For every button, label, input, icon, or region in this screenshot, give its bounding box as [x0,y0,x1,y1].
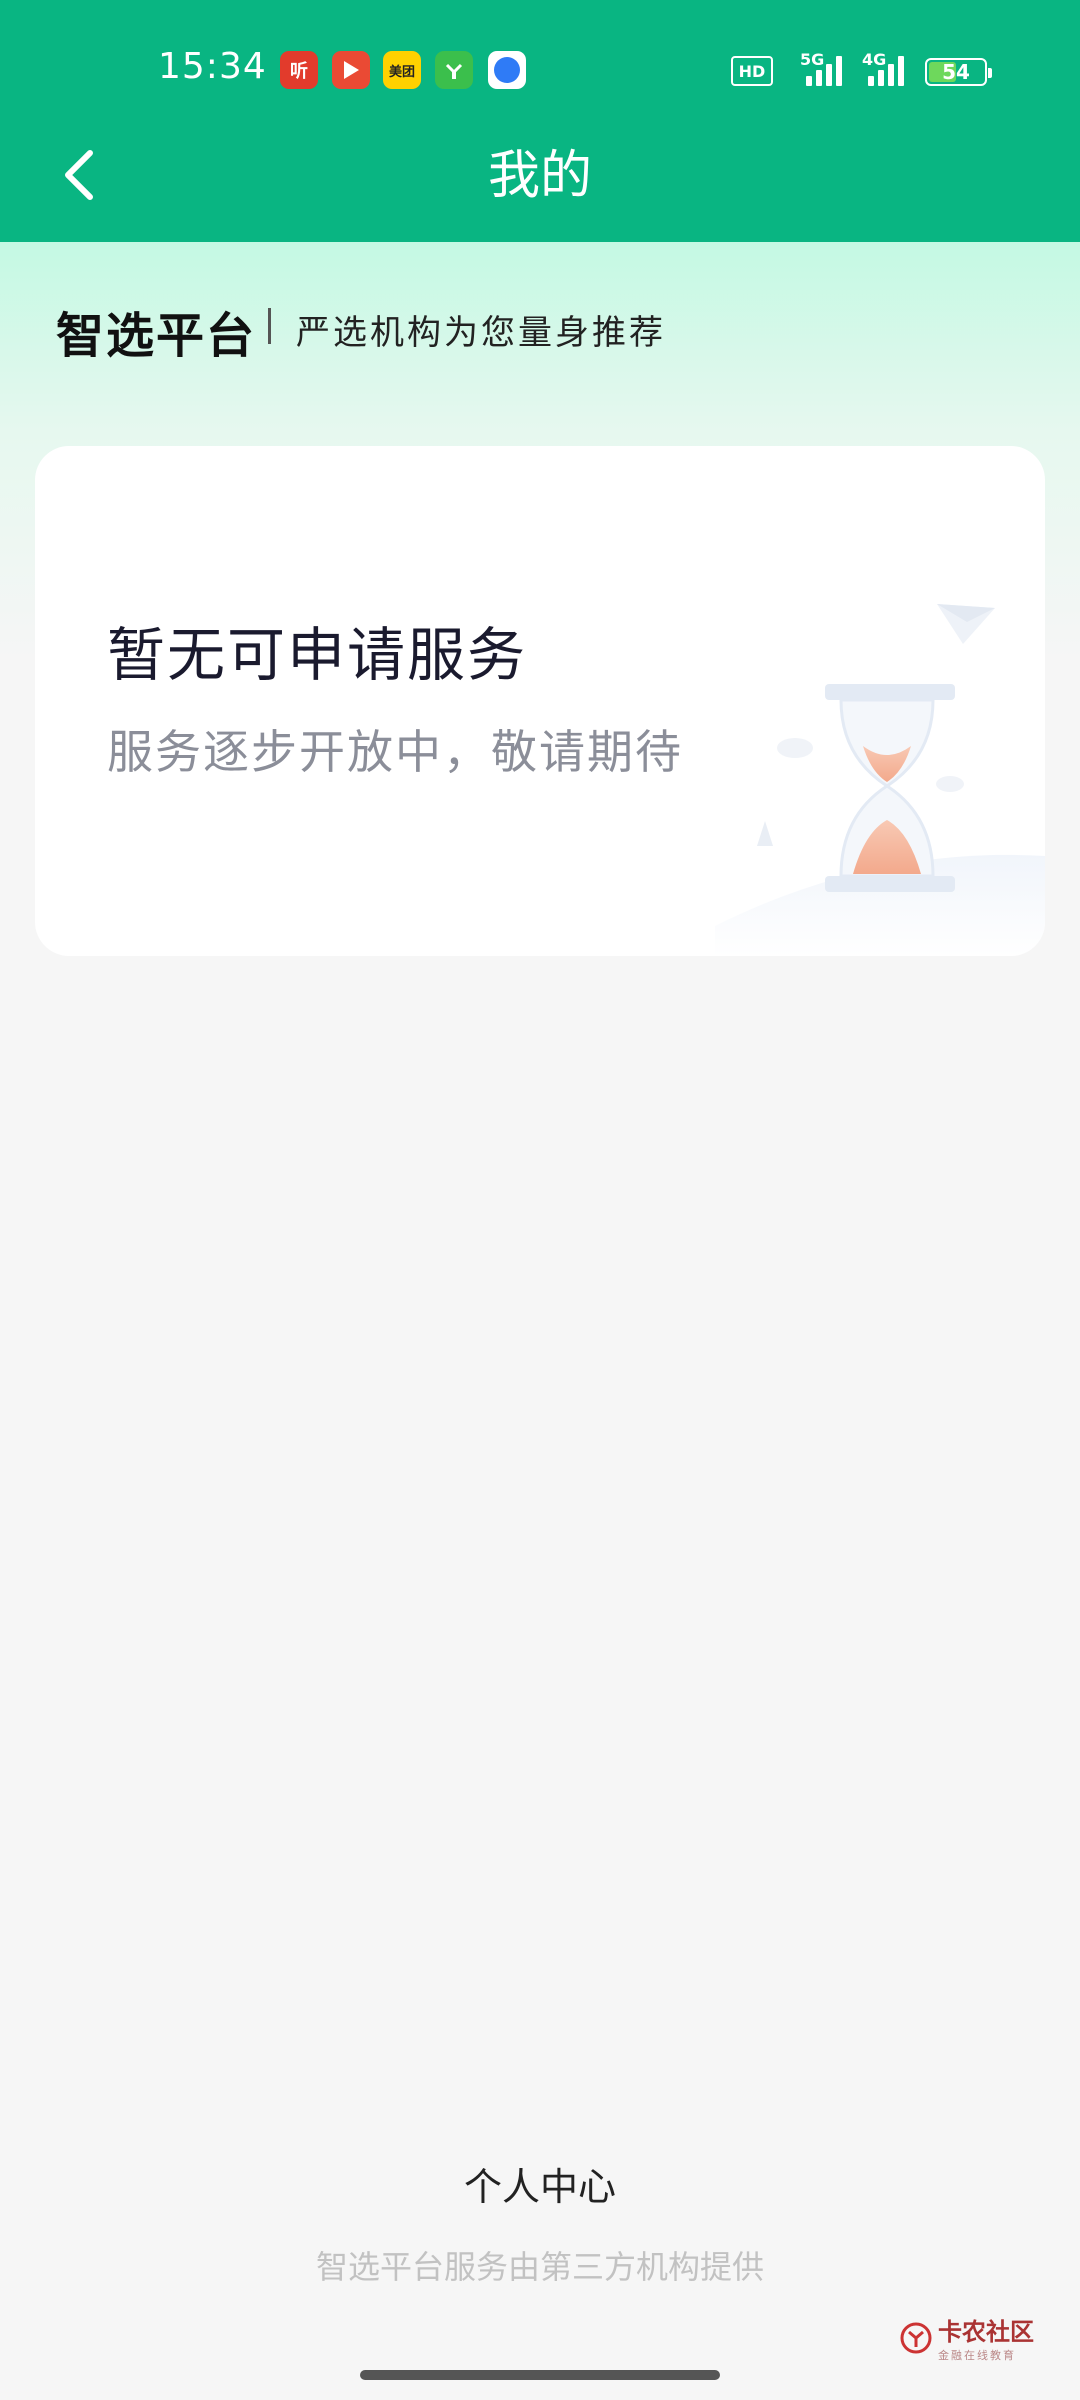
empty-subtitle: 服务逐步开放中，敬请期待 [107,725,683,779]
status-bar: 15:34 听 美团 HD 5G 4G 54 [0,0,1080,140]
brand-name: 智选平台 [56,308,257,364]
watermark: 卡农社区 金融在线教育 [900,2312,1034,2363]
home-indicator[interactable] [360,2370,720,2380]
top-bar: 15:34 听 美团 HD 5G 4G 54 我的 [0,0,1080,242]
footer-disclaimer: 智选平台服务由第三方机构提供 [315,2248,764,2286]
watermark-main: 卡农社区 [938,2318,1034,2346]
personal-center-link[interactable]: 个人中心 [0,2156,1080,2211]
status-time: 15:34 [158,46,267,87]
watermark-sub: 金融在线教育 [938,2349,1016,2362]
kanong-logo-icon [900,2322,932,2353]
ting-app-icon: 听 [280,51,318,89]
browser-app-icon [488,51,526,89]
shopping-app-icon [435,51,473,89]
signal-5g-icon [806,56,842,86]
battery-icon: 54 [925,58,992,86]
hourglass-illustration [715,604,1045,956]
brand-slogan: 严选机构为您量身推荐 [296,313,666,353]
video-app-icon [332,51,370,89]
brand-divider [268,308,271,344]
empty-service-card: 暂无可申请服务 服务逐步开放中，敬请期待 [35,446,1045,956]
meituan-app-icon: 美团 [383,51,421,89]
page-title: 我的 [487,146,592,206]
battery-level: 54 [942,60,970,84]
signal-4g-icon [868,56,904,86]
empty-title: 暂无可申请服务 [107,621,528,689]
hd-voice-icon: HD [731,56,773,86]
